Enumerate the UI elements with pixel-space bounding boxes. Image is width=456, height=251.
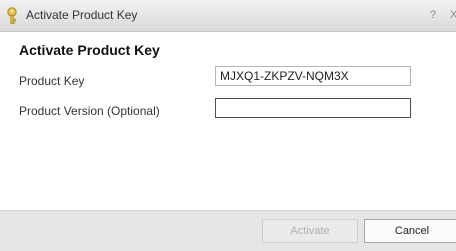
activate-button[interactable]: Activate	[262, 219, 358, 243]
key-icon	[4, 7, 20, 25]
window-title: Activate Product Key	[26, 8, 138, 22]
product-key-label: Product Key	[19, 74, 85, 88]
close-button[interactable]: X	[450, 9, 456, 21]
dialog-footer: Activate Cancel	[0, 210, 456, 251]
cancel-button[interactable]: Cancel	[364, 219, 456, 243]
activate-product-key-dialog: Activate Product Key ? X Activate Produc…	[0, 0, 456, 251]
title-bar[interactable]: Activate Product Key ? X	[0, 0, 456, 32]
product-version-label: Product Version (Optional)	[19, 104, 160, 118]
help-button[interactable]: ?	[430, 9, 436, 21]
dialog-heading: Activate Product Key	[19, 42, 160, 58]
product-key-input[interactable]	[215, 66, 411, 86]
product-version-input[interactable]	[215, 98, 411, 118]
